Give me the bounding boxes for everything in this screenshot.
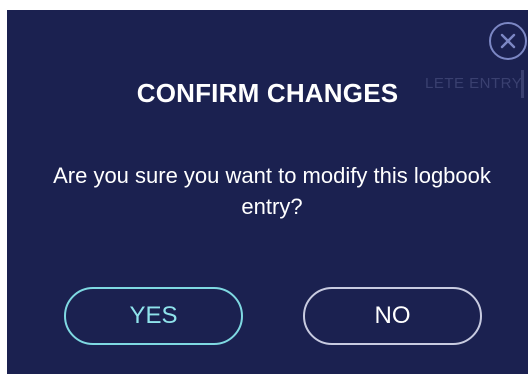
confirm-dialog: LETE ENTRY CONFIRM CHANGES Are you sure …	[7, 10, 528, 374]
screen: LETE ENTRY CONFIRM CHANGES Are you sure …	[0, 0, 528, 381]
dialog-title: CONFIRM CHANGES	[136, 78, 399, 108]
dialog-message: Are you sure you want to modify this log…	[53, 163, 491, 219]
no-button[interactable]: NO	[303, 287, 482, 345]
close-button[interactable]	[489, 22, 527, 60]
no-button-label: NO	[374, 302, 411, 329]
close-icon	[500, 33, 516, 49]
yes-button-label: YES	[129, 302, 178, 329]
yes-button[interactable]: YES	[64, 287, 243, 345]
